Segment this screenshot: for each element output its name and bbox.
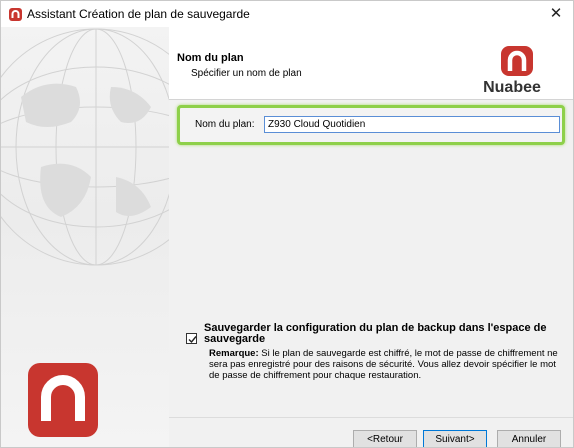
brand-logo: Nuabee — [481, 46, 543, 96]
globe-illustration — [1, 28, 169, 266]
remark-note: Remarque: Si le plan de sauvegarde est c… — [209, 348, 563, 381]
window-title: Assistant Création de plan de sauvegarde — [27, 7, 250, 21]
title-bar: Assistant Création de plan de sauvegarde… — [1, 1, 573, 27]
wizard-content: Nom du plan: Sauvegarder la configuratio… — [169, 100, 573, 417]
cancel-button[interactable]: Annuler — [497, 430, 561, 447]
brand-name: Nuabee — [483, 79, 541, 96]
wizard-sidebar — [1, 27, 169, 447]
save-config-label[interactable]: Sauvegarder la configuration du plan de … — [204, 323, 556, 345]
back-button[interactable]: <Retour — [353, 430, 417, 447]
plan-name-panel: Nom du plan: — [177, 105, 565, 145]
next-button[interactable]: Suivant> — [423, 430, 487, 447]
save-config-checkbox[interactable] — [186, 333, 197, 344]
wizard-footer: <Retour Suivant> Annuler — [169, 418, 573, 447]
remark-title: Remarque: — [209, 348, 259, 359]
close-icon[interactable]: ✕ — [545, 4, 567, 24]
page-subtitle: Spécifier un nom de plan — [191, 68, 302, 79]
wizard-window: Assistant Création de plan de sauvegarde… — [0, 0, 574, 448]
nuabee-app-icon — [9, 8, 22, 21]
nuabee-logo-icon — [501, 46, 533, 76]
nuabee-logo-tile — [28, 363, 98, 437]
wizard-header: Nom du plan Spécifier un nom de plan Nua… — [169, 27, 573, 99]
checkmark-icon — [188, 336, 197, 344]
plan-name-label: Nom du plan: — [195, 119, 255, 130]
page-title: Nom du plan — [177, 52, 244, 64]
plan-name-input[interactable] — [264, 116, 560, 133]
remark-text: Si le plan de sauvegarde est chiffré, le… — [209, 348, 558, 381]
